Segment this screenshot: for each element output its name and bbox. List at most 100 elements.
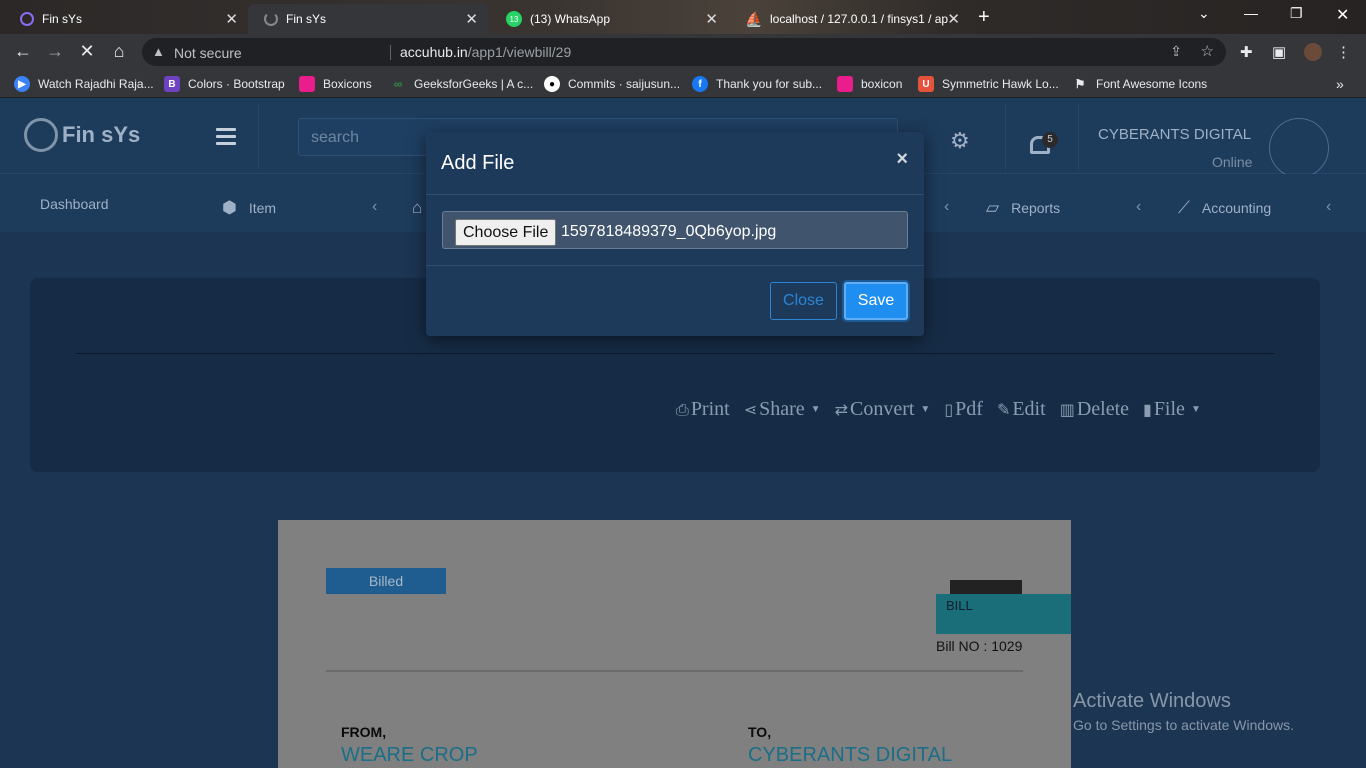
bookmark-star-icon[interactable]: ☆ [1201,42,1214,60]
from-label: FROM, [341,724,387,740]
close-tab-icon[interactable]: ✕ [705,10,718,28]
nav-item[interactable]: ⬢ Item [222,198,276,218]
tab-phpmyadmin[interactable]: ⛵ localhost / 127.0.0.1 / finsys1 / ap ✕ [730,4,970,34]
file-input[interactable]: Choose File 1597818489379_0Qb6yop.jpg [442,211,908,249]
tab-whatsapp[interactable]: 13 (13) WhatsApp ✕ [490,4,728,34]
divider [76,353,1274,354]
pencil-icon: ✎ [996,400,1011,419]
pdf-button[interactable]: ▯ Pdf [944,398,983,421]
close-tab-icon[interactable]: ✕ [225,10,238,28]
ui-icon: U [918,76,934,92]
save-button[interactable]: Save [844,282,908,320]
bookmark-label: Thank you for sub... [716,77,823,91]
brand-logo[interactable]: Fin sYs [24,118,140,152]
window-close-button[interactable]: ✕ [1336,5,1349,25]
chevron-left-icon[interactable]: ‹ [944,198,949,216]
bill-ribbon: BILL [936,580,1071,634]
divider [426,194,924,195]
action-label: Delete [1076,398,1129,420]
forward-icon[interactable]: → [44,41,66,62]
close-icon[interactable]: × [896,148,908,171]
bookmark-label: GeeksforGeeks | A c... [414,77,534,91]
extensions-icon[interactable]: ✚ [1240,43,1253,61]
home-icon[interactable]: ⌂ [108,41,130,62]
avatar[interactable] [1269,118,1329,178]
action-label: Edit [1012,398,1046,420]
new-tab-button[interactable]: + [978,6,990,29]
bookmark-3[interactable]: Boxicons [299,76,372,92]
to-label: TO, [748,724,772,740]
share-button[interactable]: ⋖ Share ▼ [744,398,821,421]
nav-dashboard[interactable]: Dashboard [40,196,109,212]
file-button[interactable]: ▮ File ▼ [1143,398,1201,421]
status-badge: Billed [326,568,446,594]
brand-name: Fin sYs [62,122,141,147]
nav-reports[interactable]: ▱ Reports [986,198,1060,218]
action-label: Print [690,398,730,420]
tab-title: (13) WhatsApp [530,12,611,26]
security-label[interactable]: Not secure [174,45,242,61]
chevron-left-icon[interactable]: ‹ [1326,198,1331,216]
bookmark-1[interactable]: ▶ Watch Rajadhi Raja... [14,76,154,92]
minimize-button[interactable]: — [1244,5,1258,21]
bookmark-9[interactable]: ⚑ Font Awesome Icons [1072,76,1208,92]
restore-button[interactable]: ❐ [1290,5,1303,22]
nav-label: Accounting [1201,200,1272,216]
choose-file-button[interactable]: Choose File [455,219,557,246]
side-panel-icon[interactable]: ▣ [1272,43,1286,61]
nav-label: Dashboard [40,196,109,212]
tab-finsys-1[interactable]: Fin sYs ✕ [4,4,248,34]
share-icon: ⋖ [743,400,758,419]
from-name: WEARE CROP [341,744,478,766]
close-button[interactable]: Close [770,282,837,320]
gear-icon[interactable]: ⚙ [950,128,970,154]
chrome-menu-icon[interactable]: ⋮ [1336,43,1351,61]
reports-icon: ▱ [986,198,1000,217]
divider [1078,104,1079,170]
profile-avatar[interactable] [1304,43,1322,61]
bookmark-4[interactable]: ∞ GeeksforGeeks | A c... [390,76,533,92]
tab-title: Fin sYs [42,12,83,26]
to-name: CYBERANTS DIGITAL [748,744,953,766]
close-tab-icon[interactable]: ✕ [947,10,960,28]
action-label: Convert [849,398,915,420]
url-host: accuhub.in [400,44,468,60]
url-text[interactable]: accuhub.in/app1/viewbill/29 [400,44,571,60]
action-label: Share [759,398,805,420]
print-button[interactable]: ⎙ Print [676,398,730,421]
tab-title: localhost / 127.0.0.1 / finsys1 / ap [770,12,948,26]
bookmark-label: Colors · Bootstrap [188,77,285,91]
stop-loading-icon[interactable]: ✕ [76,41,98,62]
more-bookmarks-icon[interactable]: » [1336,76,1344,92]
bookmark-5[interactable]: ● Commits · saijusun... [544,76,680,92]
convert-button[interactable]: ⇄ Convert ▼ [835,398,931,421]
hamburger-menu-icon[interactable] [216,128,236,149]
exchange-icon: ⇄ [834,400,848,419]
action-label: File [1153,398,1185,420]
github-icon: ● [544,76,560,92]
bookmark-6[interactable]: f Thank you for sub... [692,76,822,92]
close-tab-icon[interactable]: ✕ [465,10,478,28]
bookmark-2[interactable]: B Colors · Bootstrap [164,76,285,92]
back-icon[interactable]: ← [12,41,34,62]
bookmark-8[interactable]: U Symmetric Hawk Lo... [918,76,1059,92]
chevron-left-icon[interactable]: ‹ [372,198,377,216]
url-path: /app1/viewbill/29 [467,44,572,60]
divider [426,265,924,266]
watermark-subtitle: Go to Settings to activate Windows. [1073,717,1294,733]
ribbon-fold [950,580,1022,594]
browser-toolbar: ← → ✕ ⌂ ▲ Not secure accuhub.in/app1/vie… [0,34,1366,70]
whatsapp-icon: 13 [506,11,522,27]
tab-finsys-2[interactable]: Fin sYs ✕ [248,4,488,34]
address-bar[interactable]: ▲ Not secure accuhub.in/app1/viewbill/29… [142,38,1226,66]
edit-button[interactable]: ✎ Edit [997,398,1046,421]
nav-accounting[interactable]: ⟋ Accounting [1178,198,1271,218]
chevron-left-icon[interactable]: ‹ [1136,198,1141,216]
tab-search-icon[interactable]: ⌄ [1198,5,1210,22]
divider [258,104,259,170]
caret-down-icon: ▼ [920,404,931,415]
caret-down-icon: ▼ [1190,404,1201,415]
share-icon[interactable]: ⇪ [1170,43,1182,60]
bookmark-7[interactable]: boxicon [837,76,902,92]
delete-button[interactable]: ▥ Delete [1060,398,1129,421]
